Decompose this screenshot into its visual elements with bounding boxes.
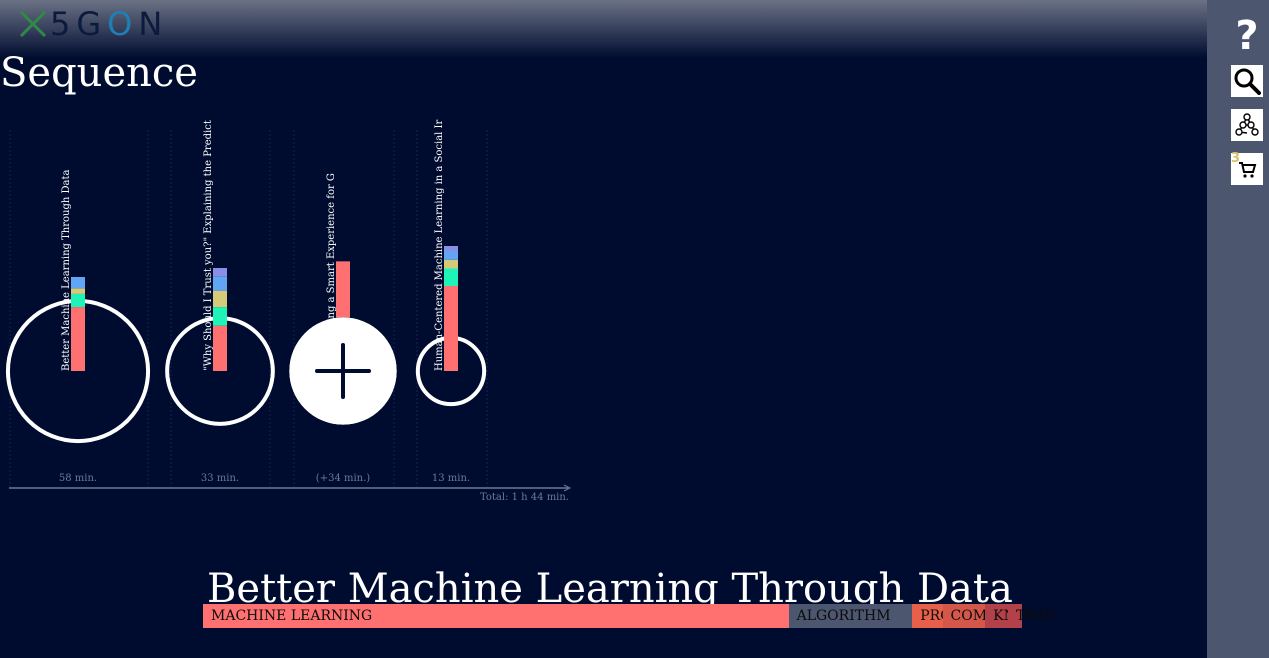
sequence-chart: Better Machine Learning Through Data 58 m… [5,119,572,503]
sequence-item[interactable]: "Why Should I Trust you?" Explaining the… [165,120,275,426]
concept-segment [213,325,227,371]
cart-count-badge: 3 [1231,151,1241,166]
concept-segment [71,288,85,294]
concept-segment [336,261,350,318]
concept-bar: MACHINE LEARNINGALGORITHMPROCOMKNOTIME [203,604,1055,628]
duration-label: 13 min. [432,473,470,484]
sequence-item-title[interactable]: Human-Centered Machine Learning in a Soc… [434,119,445,371]
concept-segment-com[interactable]: COM [942,604,987,628]
search-button[interactable] [1231,65,1263,97]
duration-label: 33 min. [201,473,239,484]
concept-segment-pro[interactable]: PRO [912,604,952,628]
sequence-item-title[interactable]: "Why Should I Trust you?" Explaining the… [203,120,214,371]
concept-segment-algorithm[interactable]: ALGORITHM [788,604,913,628]
concept-segment [213,276,227,291]
sequence-item-title[interactable]: Better Machine Learning Through Data [61,170,72,371]
concept-segment [444,268,458,286]
concept-segment [444,251,458,260]
sequence-item[interactable]: Human-Centered Machine Learning in a Soc… [415,119,487,407]
sidebar [1207,0,1269,658]
sequence-item[interactable]: ess: Building a Smart Experience for G [289,173,397,425]
duration-label: (+34 min.) [316,473,370,484]
graph-icon [1235,113,1259,136]
concept-segment [213,290,227,308]
duration-label: 58 min. [59,473,97,484]
search-icon [1234,68,1261,95]
sequence-item[interactable]: Better Machine Learning Through Data [5,170,151,444]
concept-segment-machine-learning[interactable]: MACHINE LEARNING [203,604,789,628]
help-button[interactable]: ? [1231,14,1263,58]
concept-segment [71,293,85,308]
concept-segment-kno[interactable]: KNO [985,604,1027,628]
concept-segment [444,259,458,269]
concept-segment-time[interactable]: TIME [1008,604,1055,628]
concept-segment [444,286,458,371]
concept-segment [213,268,227,277]
concept-segment [444,246,458,251]
concept-segment [213,307,227,326]
concept-segment [71,277,85,289]
total-duration: Total: 1 h 44 min. [480,492,569,503]
graph-button[interactable] [1231,109,1263,141]
concept-segment [71,307,85,371]
